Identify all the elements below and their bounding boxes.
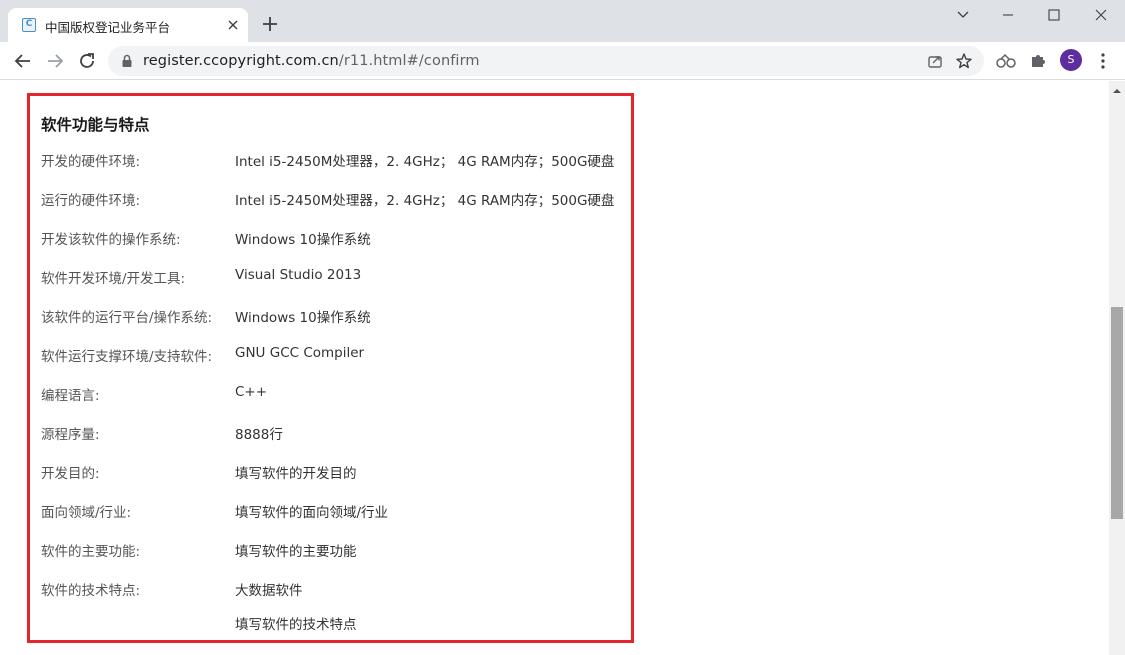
profile-avatar[interactable]: S	[1060, 49, 1082, 71]
minimize-icon[interactable]	[985, 0, 1031, 30]
info-row: 开发的硬件环境: Intel i5-2450M处理器，2. 4GHz； 4G R…	[41, 150, 641, 189]
field-value: GNU GCC Compiler	[235, 345, 365, 361]
field-label: 源程序量:	[41, 427, 100, 443]
bookmark-star-icon[interactable]	[954, 51, 974, 71]
browser-toolbar: register.ccopyright.com.cn/r11.html#/con…	[0, 42, 1125, 80]
field-label: 运行的硬件环境:	[41, 193, 141, 209]
url-path: /r11.html#/confirm	[338, 53, 480, 69]
info-row: 软件运行支撑环境/支持软件: GNU GCC Compiler	[41, 345, 641, 384]
field-label: 软件的技术特点:	[41, 583, 141, 599]
maximize-icon[interactable]	[1031, 0, 1077, 30]
field-value-secondary: 填写软件的技术特点	[235, 617, 357, 633]
kebab-menu-icon[interactable]	[1094, 51, 1112, 71]
tab-search-chevron-icon[interactable]	[940, 0, 986, 30]
field-label: 编程语言:	[41, 388, 100, 404]
field-label: 开发目的:	[41, 466, 100, 482]
extension-icon[interactable]	[995, 52, 1017, 70]
field-value: 8888行	[235, 427, 283, 443]
scrollbar-thumb[interactable]	[1111, 307, 1123, 519]
forward-arrow-icon[interactable]	[43, 49, 67, 73]
back-arrow-icon[interactable]	[11, 49, 35, 73]
scroll-up-arrow-icon[interactable]	[1109, 85, 1125, 97]
info-row: 该软件的运行平台/操作系统: Windows 10操作系统	[41, 306, 641, 345]
info-row: 编程语言: C++	[41, 384, 641, 423]
tab-title: 中国版权登记业务平台	[45, 20, 171, 35]
field-label: 软件运行支撑环境/支持软件:	[41, 349, 213, 365]
info-row: 面向领域/行业: 填写软件的面向领域/行业	[41, 501, 641, 540]
info-row: 开发目的: 填写软件的开发目的	[41, 462, 641, 501]
tab-strip: C 中国版权登记业务平台	[0, 0, 1125, 42]
info-row: 运行的硬件环境: Intel i5-2450M处理器，2. 4GHz； 4G R…	[41, 189, 641, 228]
info-row: 开发该软件的操作系统: Windows 10操作系统	[41, 228, 641, 267]
window-close-icon[interactable]	[1079, 0, 1125, 30]
reload-icon[interactable]	[75, 49, 99, 73]
info-row: 软件开发环境/开发工具: Visual Studio 2013	[41, 267, 641, 306]
field-label: 软件开发环境/开发工具:	[41, 271, 186, 287]
field-label: 该软件的运行平台/操作系统:	[41, 310, 213, 326]
url-host: register.ccopyright.com.cn	[143, 53, 339, 69]
field-label: 开发的硬件环境:	[41, 154, 141, 170]
info-row: 软件的技术特点: 大数据软件 填写软件的技术特点	[41, 579, 641, 633]
page-viewport: 软件功能与特点 开发的硬件环境: Intel i5-2450M处理器，2. 4G…	[0, 81, 1109, 655]
field-value: Intel i5-2450M处理器，2. 4GHz； 4G RAM内存；500G…	[235, 193, 615, 209]
new-tab-icon[interactable]	[258, 12, 282, 36]
field-label: 开发该软件的操作系统:	[41, 232, 181, 248]
field-value: 填写软件的开发目的	[235, 466, 357, 482]
field-value: Visual Studio 2013	[235, 267, 362, 283]
url-text[interactable]: register.ccopyright.com.cn/r11.html#/con…	[143, 53, 480, 69]
feature-info-list: 开发的硬件环境: Intel i5-2450M处理器，2. 4GHz； 4G R…	[41, 150, 641, 633]
field-label: 软件的主要功能:	[41, 544, 141, 560]
address-bar[interactable]: register.ccopyright.com.cn/r11.html#/con…	[108, 46, 984, 76]
info-row: 软件的主要功能: 填写软件的主要功能	[41, 540, 641, 579]
field-value: 大数据软件	[235, 583, 303, 599]
field-label: 面向领域/行业:	[41, 505, 132, 521]
field-value: Windows 10操作系统	[235, 310, 371, 326]
share-icon[interactable]	[926, 52, 944, 70]
info-row: 源程序量: 8888行	[41, 423, 641, 462]
lock-icon[interactable]	[120, 54, 134, 68]
field-value: Intel i5-2450M处理器，2. 4GHz； 4G RAM内存；500G…	[235, 154, 615, 170]
site-favicon-icon: C	[22, 18, 36, 32]
section-title: 软件功能与特点	[41, 116, 150, 134]
field-value: 填写软件的主要功能	[235, 544, 357, 560]
field-value: C++	[235, 384, 268, 400]
field-value: 填写软件的面向领域/行业	[235, 505, 389, 521]
puzzle-extensions-icon[interactable]	[1028, 51, 1048, 71]
close-tab-icon[interactable]	[224, 16, 242, 34]
vertical-scrollbar[interactable]	[1109, 81, 1125, 655]
browser-tab[interactable]: C 中国版权登记业务平台	[8, 8, 248, 42]
field-value: Windows 10操作系统	[235, 232, 371, 248]
